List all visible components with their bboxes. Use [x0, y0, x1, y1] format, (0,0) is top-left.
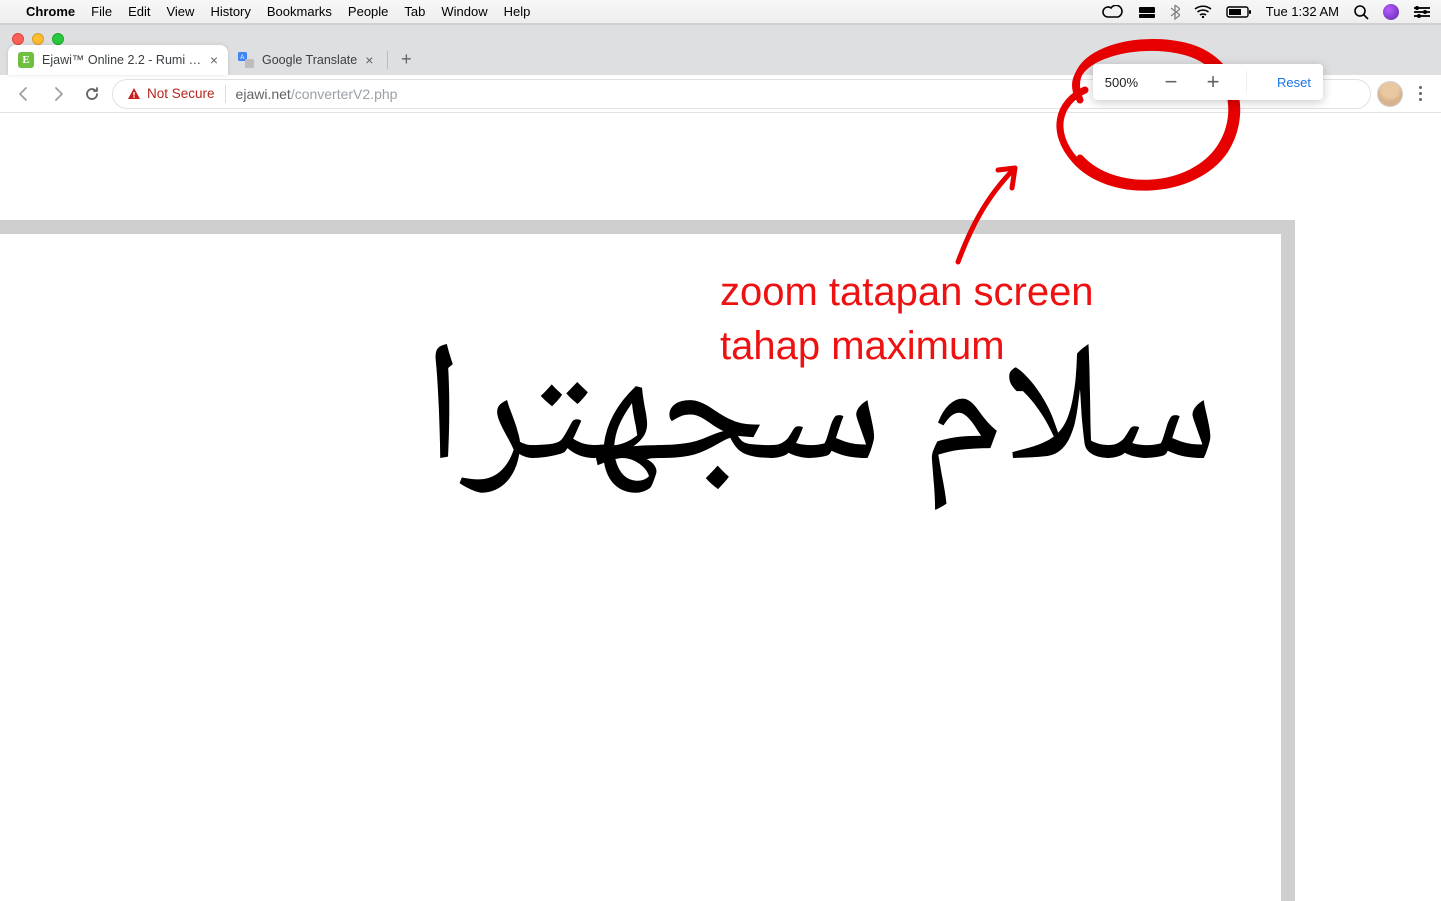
warning-triangle-icon — [127, 87, 141, 101]
zoom-out-button[interactable]: − — [1162, 71, 1180, 93]
zoom-popup: 500% − + Reset — [1093, 64, 1323, 100]
menu-help[interactable]: Help — [504, 4, 531, 19]
url-path: /converterV2.php — [291, 86, 398, 102]
siri-icon[interactable] — [1383, 4, 1399, 20]
window-minimize-button[interactable] — [32, 33, 44, 45]
tab-google-translate[interactable]: A Google Translate × — [228, 45, 383, 75]
zoom-reset-button[interactable]: Reset — [1271, 75, 1311, 90]
wifi-icon[interactable] — [1194, 5, 1212, 19]
new-tab-button[interactable]: + — [392, 45, 420, 73]
bluetooth-icon[interactable] — [1170, 4, 1180, 20]
disk-icon[interactable] — [1138, 5, 1156, 19]
menu-window[interactable]: Window — [441, 4, 487, 19]
content-frame: سلام سجهترا — [0, 220, 1295, 901]
page-viewport: سلام سجهترا — [0, 120, 1441, 901]
annotation-line-1: zoom tatapan screen — [720, 265, 1094, 319]
tab-close-icon[interactable]: × — [210, 53, 218, 67]
tab-close-icon[interactable]: × — [365, 53, 373, 67]
menu-file[interactable]: File — [91, 4, 112, 19]
menu-tab[interactable]: Tab — [404, 4, 425, 19]
zoom-in-button[interactable]: + — [1204, 71, 1222, 93]
tab-title: Ejawi™ Online 2.2 - Rumi (Rom… — [42, 53, 202, 67]
creative-cloud-icon[interactable] — [1102, 5, 1124, 19]
menu-edit[interactable]: Edit — [128, 4, 150, 19]
favicon-gtranslate-icon: A — [238, 52, 254, 68]
spotlight-icon[interactable] — [1353, 4, 1369, 20]
annotation-text: zoom tatapan screen tahap maximum — [720, 265, 1094, 373]
chrome-menu-button[interactable] — [1409, 86, 1431, 101]
app-name[interactable]: Chrome — [26, 4, 75, 19]
zoom-percent-label: 500% — [1105, 75, 1138, 90]
zoom-separator — [1246, 71, 1247, 93]
reload-button[interactable] — [78, 80, 106, 108]
not-secure-label: Not Secure — [147, 86, 215, 101]
omnibox-separator — [225, 85, 226, 103]
annotation-line-2: tahap maximum — [720, 319, 1094, 373]
menu-people[interactable]: People — [348, 4, 388, 19]
tab-title: Google Translate — [262, 53, 357, 67]
not-secure-badge[interactable]: Not Secure — [127, 86, 215, 101]
tab-ejawi[interactable]: E Ejawi™ Online 2.2 - Rumi (Rom… × — [8, 45, 228, 75]
favicon-ejawi-icon: E — [18, 52, 34, 68]
window-fullscreen-button[interactable] — [52, 33, 64, 45]
forward-button[interactable] — [44, 80, 72, 108]
window-close-button[interactable] — [12, 33, 24, 45]
back-button[interactable] — [10, 80, 38, 108]
profile-avatar[interactable] — [1377, 81, 1403, 107]
macos-menubar: Chrome File Edit View History Bookmarks … — [0, 0, 1441, 24]
menu-history[interactable]: History — [210, 4, 250, 19]
battery-icon[interactable] — [1226, 5, 1252, 19]
svg-text:A: A — [240, 55, 244, 61]
url-host: ejawi.net — [236, 86, 291, 102]
menubar-clock[interactable]: Tue 1:32 AM — [1266, 4, 1339, 19]
url-text: ejawi.net/converterV2.php — [236, 86, 398, 102]
menu-view[interactable]: View — [166, 4, 194, 19]
control-center-icon[interactable] — [1413, 5, 1431, 19]
tab-separator — [387, 51, 388, 69]
menu-bookmarks[interactable]: Bookmarks — [267, 4, 332, 19]
